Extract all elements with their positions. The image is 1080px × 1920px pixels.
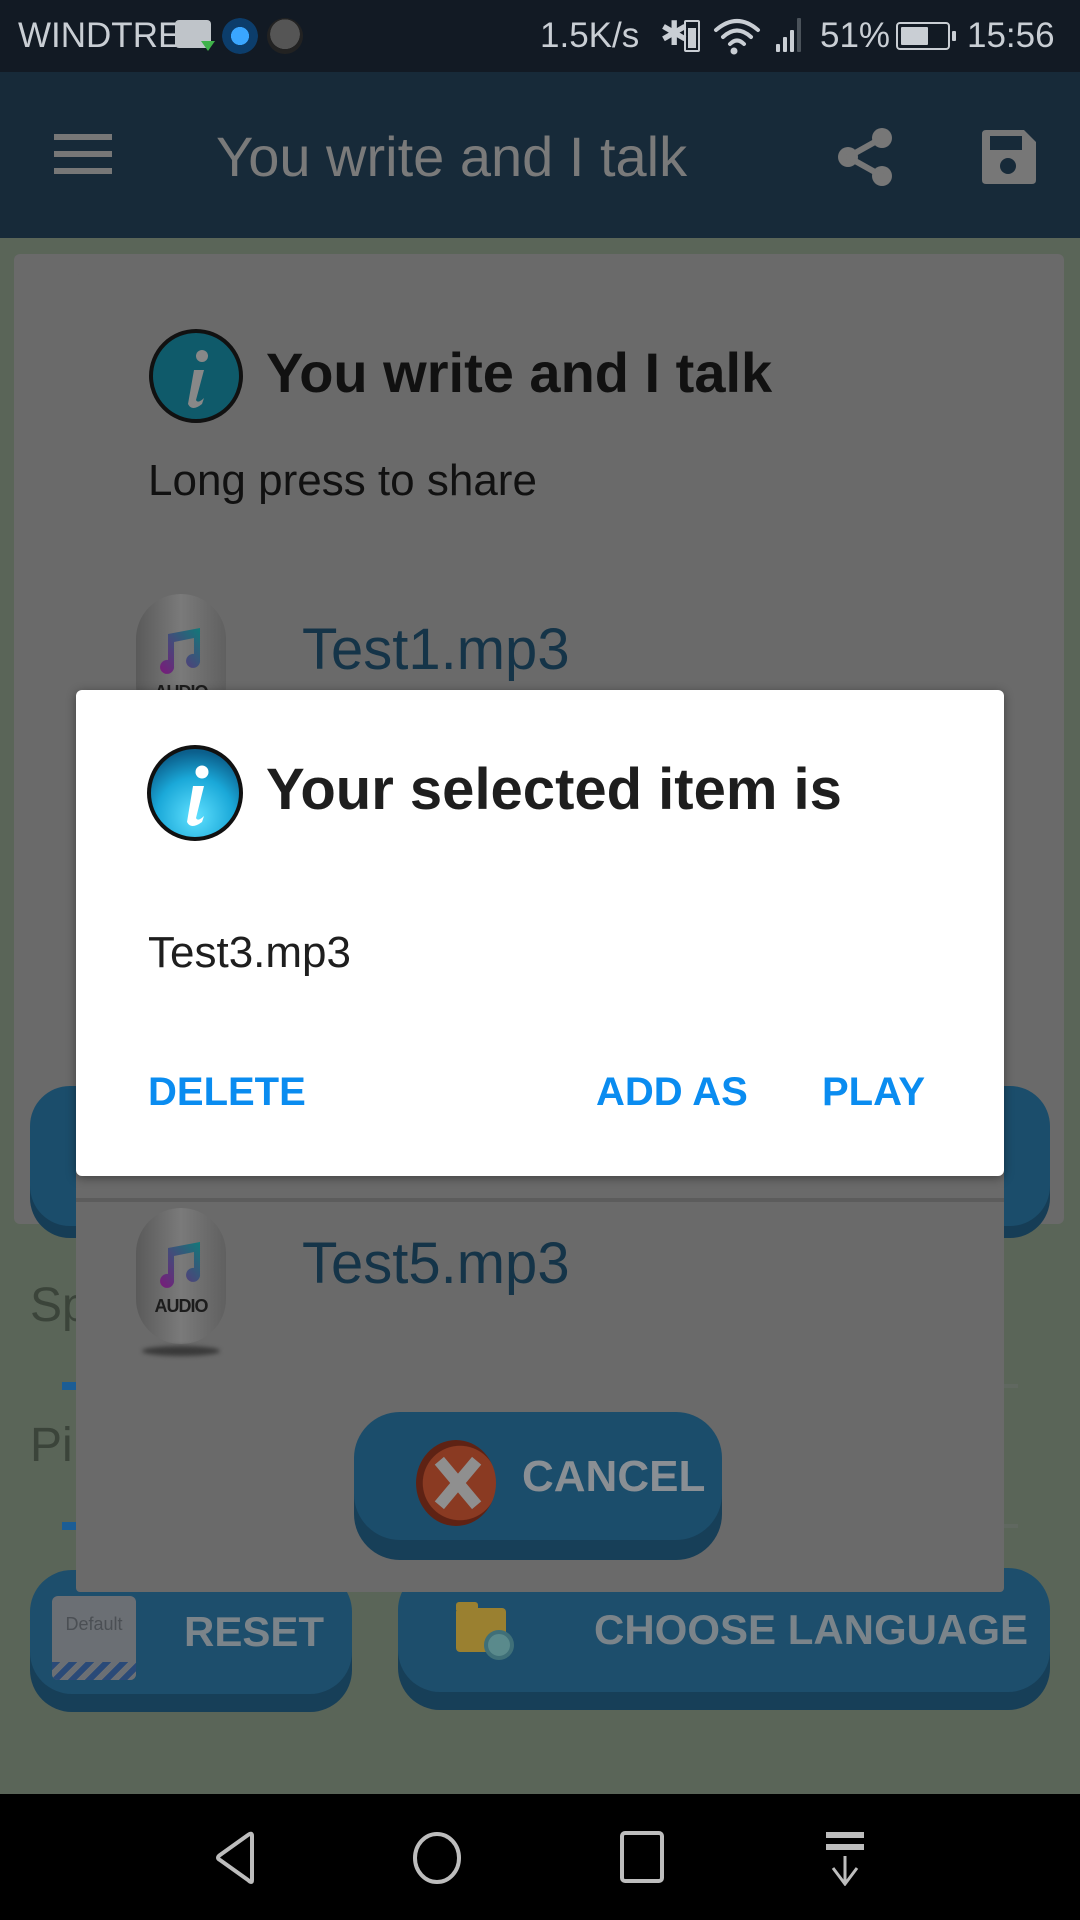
add-as-button[interactable]: ADD AS <box>596 1070 748 1115</box>
carrier-name: WINDTRE <box>18 16 182 55</box>
hamburger-menu-icon[interactable] <box>54 134 112 174</box>
network-speed: 1.5K/s <box>540 16 640 55</box>
status-bar: WINDTRE 1.5K/s ✱ 51% 15:56 <box>0 0 1080 72</box>
clock: 15:56 <box>967 16 1055 55</box>
recent-apps-icon[interactable] <box>612 1830 672 1886</box>
signal-icon <box>776 18 806 52</box>
wifi-icon <box>712 16 762 65</box>
navigation-bar <box>0 1794 1080 1920</box>
file-name: Test1.mp3 <box>302 617 570 682</box>
reset-label: RESET <box>184 1608 325 1655</box>
dialog-title: Your selected item is <box>266 757 842 822</box>
pitch-label: Pi <box>30 1419 73 1472</box>
list-dialog-subtitle: Long press to share <box>148 456 537 505</box>
list-item[interactable]: AUDIO Test5.mp3 <box>76 1208 1004 1344</box>
selected-file-name: Test3.mp3 <box>148 928 351 977</box>
info-icon <box>147 745 243 841</box>
default-icon: Default <box>52 1596 136 1680</box>
app-bar: You write and I talk <box>0 72 1080 238</box>
choose-language-label: CHOOSE LANGUAGE <box>594 1606 1029 1653</box>
delete-button[interactable]: DELETE <box>148 1070 306 1115</box>
info-icon <box>149 329 243 423</box>
cancel-button[interactable]: CANCEL <box>354 1412 722 1540</box>
list-dialog-title: You write and I talk <box>266 341 773 404</box>
cancel-label: CANCEL <box>522 1452 706 1501</box>
save-icon[interactable] <box>980 130 1036 184</box>
app-title: You write and I talk <box>216 125 688 188</box>
file-name: Test5.mp3 <box>302 1231 570 1296</box>
app-notification-icon <box>222 18 258 54</box>
folder-search-icon <box>456 1602 514 1660</box>
home-icon[interactable] <box>407 1830 467 1886</box>
list-divider <box>76 1198 1004 1202</box>
back-icon[interactable] <box>208 1830 268 1886</box>
bluetooth-battery-icon <box>684 20 700 52</box>
avatar-notification-icon <box>267 18 303 54</box>
selected-item-dialog: Your selected item is Test3.mp3 DELETE A… <box>76 690 1004 1176</box>
play-button[interactable]: PLAY <box>822 1070 925 1115</box>
share-icon[interactable] <box>834 126 896 188</box>
message-download-icon <box>175 20 215 51</box>
notification-pull-icon[interactable] <box>815 1830 875 1886</box>
audio-file-icon: AUDIO <box>136 1208 226 1344</box>
close-icon <box>416 1440 496 1526</box>
battery-percent: 51% <box>820 16 891 55</box>
battery-icon <box>896 22 956 50</box>
